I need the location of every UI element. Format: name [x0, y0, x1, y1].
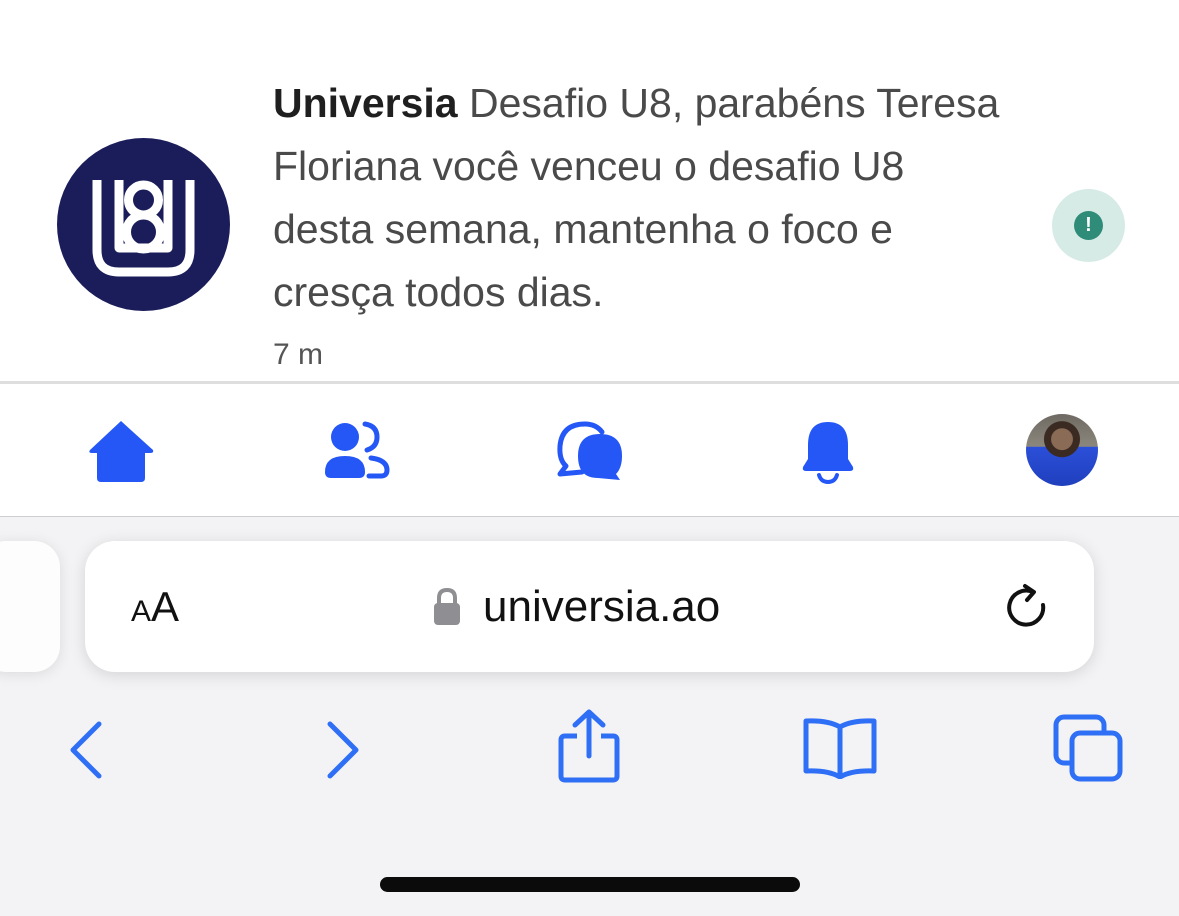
- previous-tab-preview[interactable]: [0, 541, 60, 672]
- tabs-icon[interactable]: [1052, 713, 1126, 788]
- notification-item[interactable]: Universia Desafio U8, parabéns Teresa Fl…: [0, 0, 1179, 382]
- exclamation-icon: !: [1074, 211, 1103, 240]
- lock-icon: [432, 587, 462, 632]
- notification-time: 7 m: [273, 338, 324, 371]
- bell-icon[interactable]: [800, 419, 856, 490]
- friends-icon[interactable]: [323, 420, 393, 487]
- chat-icon[interactable]: [556, 420, 626, 487]
- forward-icon[interactable]: [323, 720, 363, 785]
- bookmarks-icon[interactable]: [802, 717, 878, 784]
- site-bottom-nav: [0, 384, 1179, 516]
- home-indicator[interactable]: [380, 877, 800, 892]
- notification-text: Universia Desafio U8, parabéns Teresa Fl…: [273, 72, 1013, 324]
- reload-icon[interactable]: [1003, 583, 1053, 638]
- address-bar[interactable]: AA universia.ao: [85, 541, 1094, 672]
- notification-source: Universia: [273, 80, 458, 126]
- url-text[interactable]: universia.ao: [483, 581, 720, 633]
- home-icon[interactable]: [86, 418, 156, 489]
- browser-chrome: AA universia.ao: [0, 517, 1179, 916]
- share-icon[interactable]: [557, 708, 621, 789]
- back-icon[interactable]: [66, 720, 106, 785]
- u8-logo-icon: [57, 138, 230, 311]
- avatar[interactable]: [1026, 414, 1098, 486]
- text-size-button[interactable]: AA: [131, 583, 179, 636]
- unread-alert-badge: !: [1052, 189, 1125, 262]
